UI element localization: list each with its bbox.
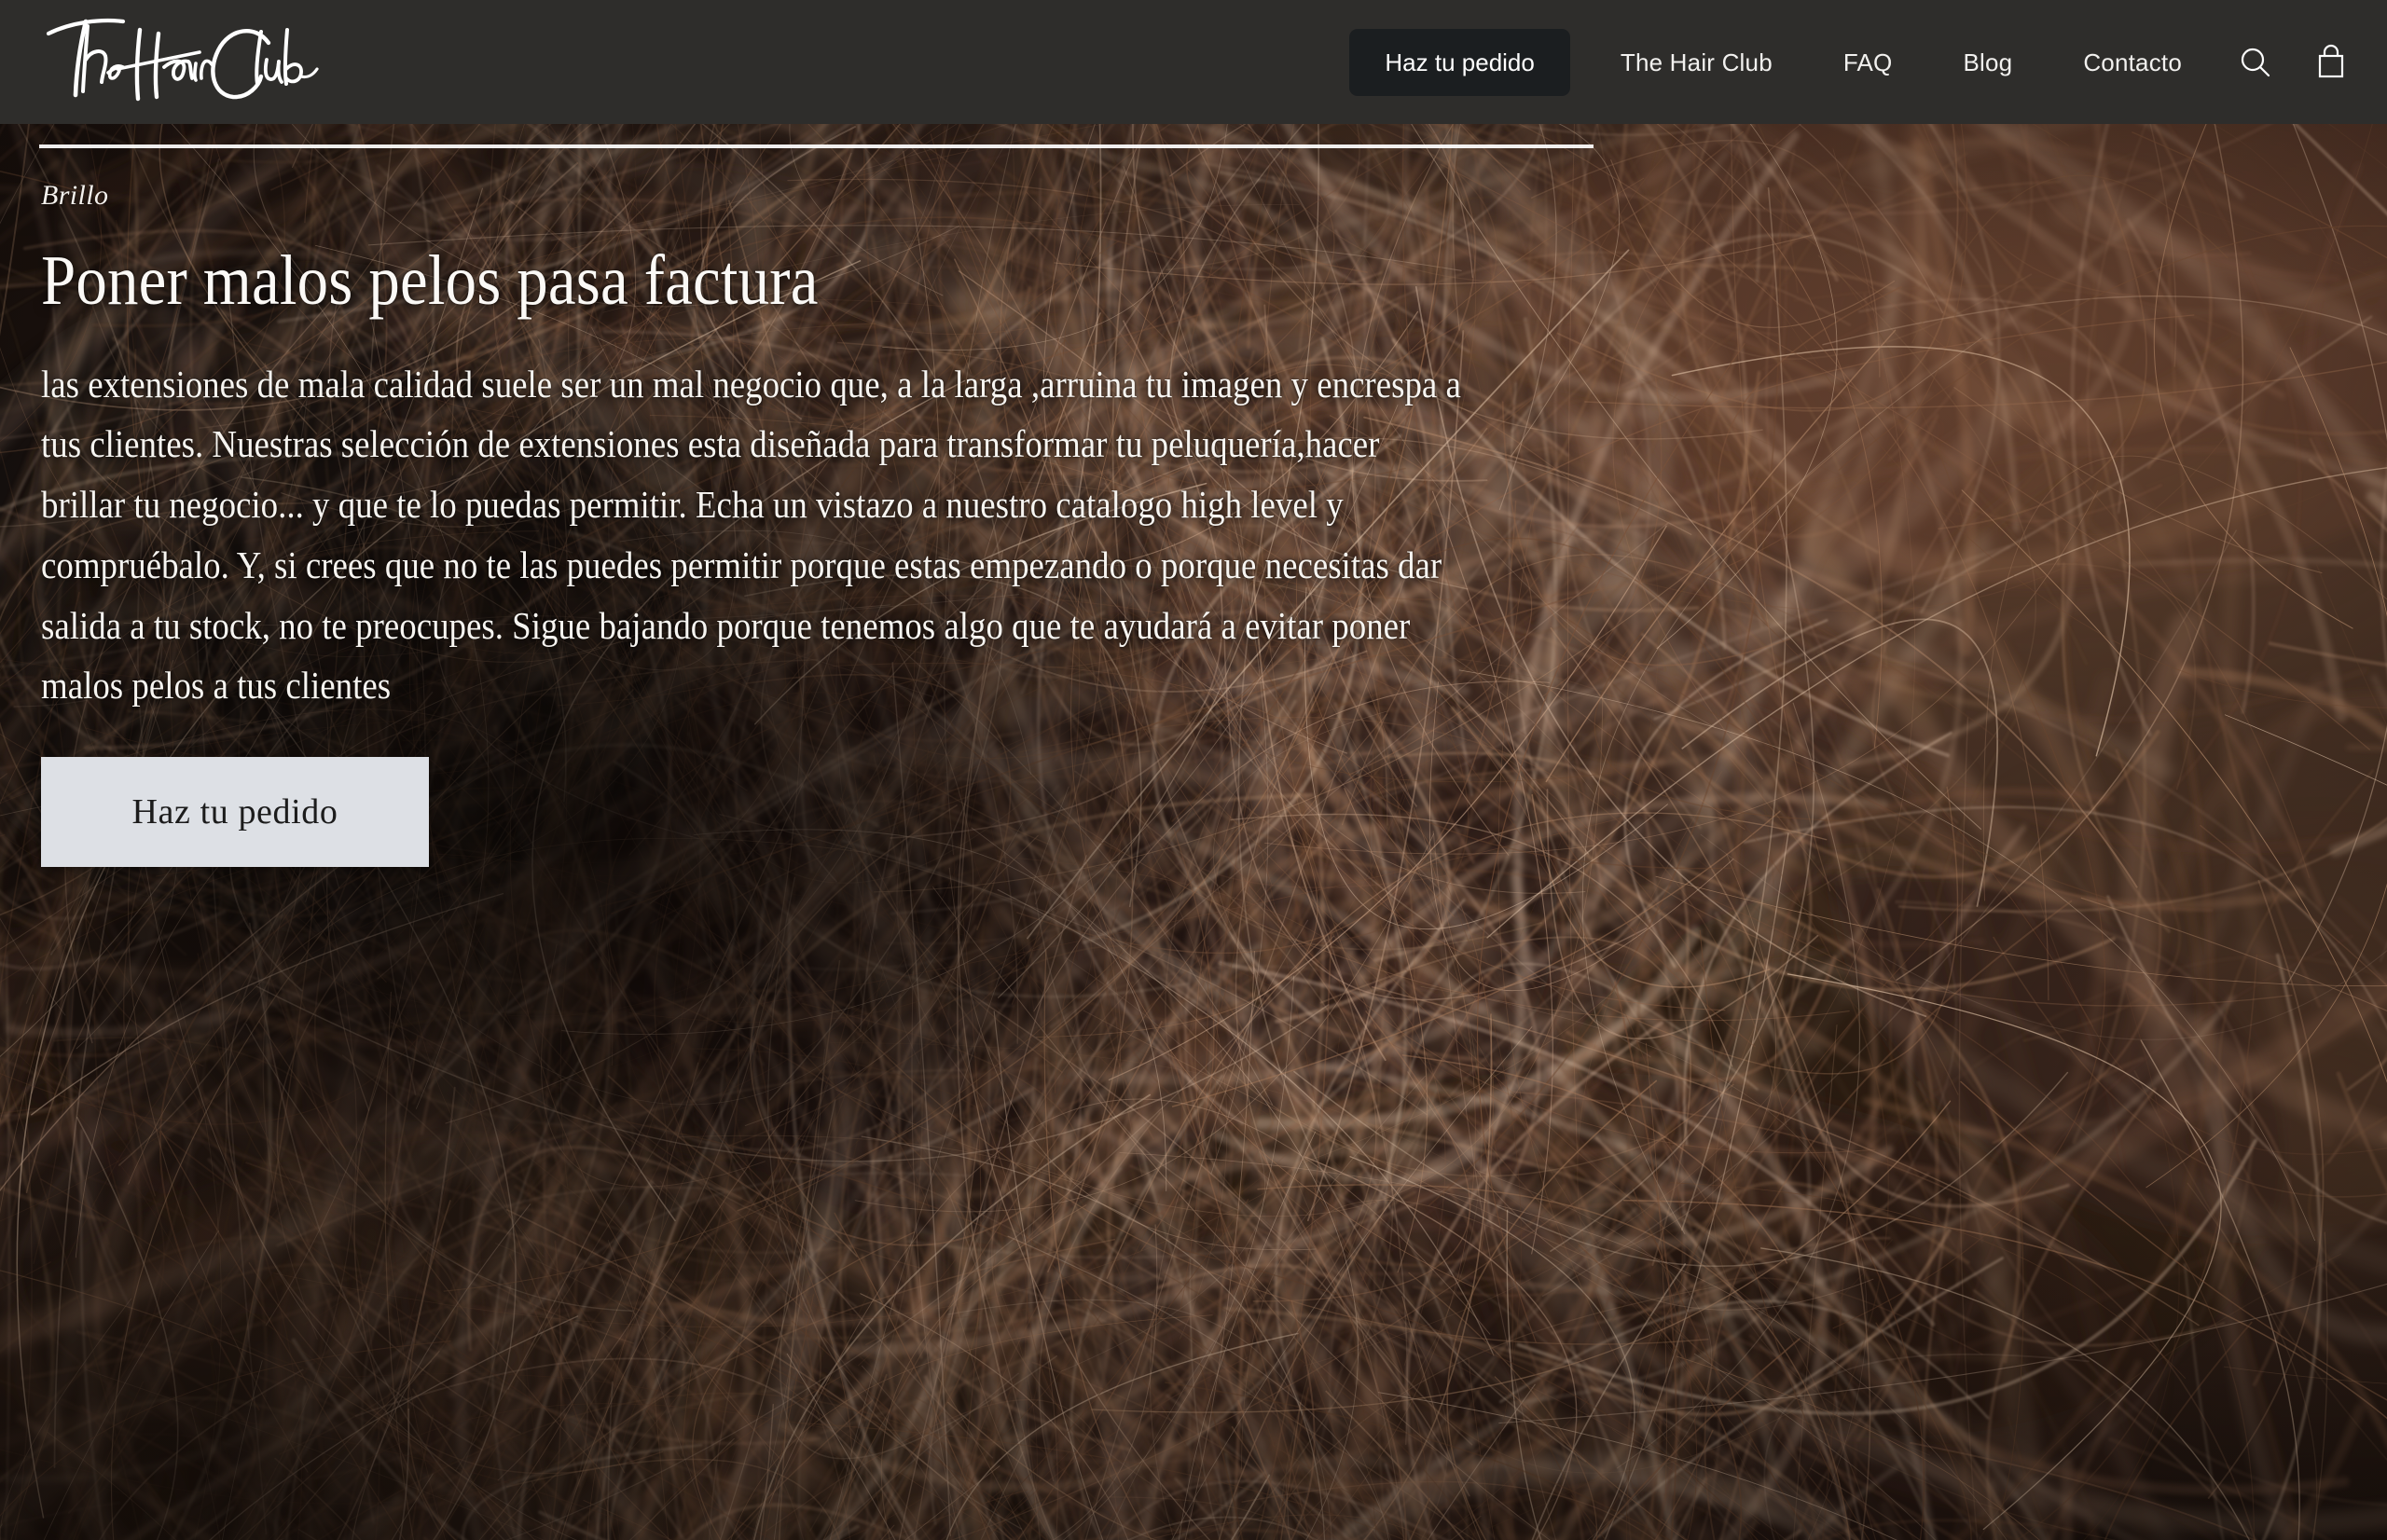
- hero-cta-haz-tu-pedido[interactable]: Haz tu pedido: [41, 757, 429, 868]
- nav-link-faq[interactable]: FAQ: [1808, 50, 1928, 75]
- hero-eyebrow: Brillo: [41, 180, 109, 211]
- nav-link-contacto[interactable]: Contacto: [2048, 50, 2217, 75]
- site-header: Haz tu pedido The Hair Club FAQ Blog Con…: [0, 0, 2387, 124]
- brand-logo[interactable]: [34, 6, 369, 117]
- nav-cta-haz-tu-pedido[interactable]: Haz tu pedido: [1349, 28, 1570, 96]
- hero-divider-rule: [39, 144, 1594, 148]
- hero-title: Poner malos pelos pasa factura: [41, 241, 819, 320]
- hero-body-text: las extensiones de mala calidad suele se…: [41, 362, 1461, 708]
- nav-link-the-hair-club[interactable]: The Hair Club: [1585, 50, 1808, 75]
- hero-text-block: Brillo Poner malos pelos pasa factura la…: [41, 180, 1682, 868]
- page-root: Haz tu pedido The Hair Club FAQ Blog Con…: [0, 0, 2387, 1540]
- shopping-bag-icon[interactable]: [2294, 44, 2368, 81]
- search-icon[interactable]: [2217, 45, 2294, 80]
- nav-link-blog[interactable]: Blog: [1927, 50, 2048, 75]
- main-navigation: Haz tu pedido The Hair Club FAQ Blog Con…: [1349, 0, 2368, 124]
